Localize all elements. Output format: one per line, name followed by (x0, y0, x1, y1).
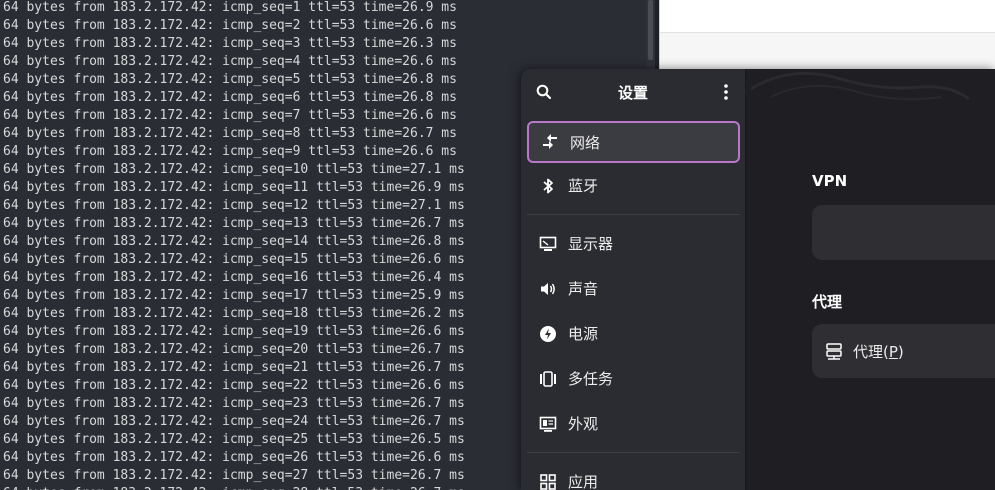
settings-window[interactable]: 设置 网络 蓝牙 显示器 声音 电源 多任务 外观 应用 VPN 代理 代理(P… (521, 69, 995, 490)
terminal-output: 64 bytes from 183.2.172.42: icmp_seq=1 t… (3, 0, 465, 490)
display-icon (539, 235, 557, 253)
speaker-icon (539, 280, 557, 298)
settings-sidebar: 设置 网络 蓝牙 显示器 声音 电源 多任务 外观 应用 (521, 69, 746, 490)
sidebar-separator (527, 214, 740, 215)
terminal-line: 64 bytes from 183.2.172.42: icmp_seq=28 … (3, 485, 465, 490)
sidebar-item-sound[interactable]: 声音 (521, 266, 746, 311)
background-window[interactable] (659, 0, 995, 70)
terminal-line: 64 bytes from 183.2.172.42: icmp_seq=1 t… (3, 0, 457, 15)
vpn-section-title: VPN (812, 172, 848, 190)
sidebar-item-apps[interactable]: 应用 (521, 459, 746, 490)
sidebar-item-label: 多任务 (568, 370, 614, 388)
terminal-scrollbar-thumb[interactable] (648, 0, 653, 60)
terminal-line: 64 bytes from 183.2.172.42: icmp_seq=22 … (3, 378, 465, 393)
sidebar-header: 设置 (521, 69, 745, 115)
sidebar-item-multitasking[interactable]: 多任务 (521, 356, 746, 401)
main-menu-icon[interactable] (721, 83, 731, 101)
sidebar-item-power[interactable]: 电源 (521, 311, 746, 356)
terminal-line: 64 bytes from 183.2.172.42: icmp_seq=17 … (3, 288, 465, 303)
settings-content: VPN 代理 代理(P) (747, 69, 995, 490)
terminal-line: 64 bytes from 183.2.172.42: icmp_seq=9 t… (3, 144, 457, 159)
terminal-line: 64 bytes from 183.2.172.42: icmp_seq=7 t… (3, 108, 457, 123)
appearance-icon (539, 415, 557, 433)
terminal-line: 64 bytes from 183.2.172.42: icmp_seq=26 … (3, 450, 465, 465)
terminal-line: 64 bytes from 183.2.172.42: icmp_seq=8 t… (3, 126, 457, 141)
sidebar-list: 网络 蓝牙 显示器 声音 电源 多任务 外观 应用 (521, 121, 746, 490)
proxy-server-icon (825, 342, 843, 360)
terminal-line: 64 bytes from 183.2.172.42: icmp_seq=15 … (3, 252, 465, 267)
power-icon (539, 325, 557, 343)
sidebar-item-label: 网络 (570, 133, 601, 152)
terminal-line: 64 bytes from 183.2.172.42: icmp_seq=27 … (3, 468, 465, 483)
terminal-line: 64 bytes from 183.2.172.42: icmp_seq=16 … (3, 270, 465, 285)
sidebar-item-label: 显示器 (568, 235, 614, 253)
sidebar-item-display[interactable]: 显示器 (521, 221, 746, 266)
terminal-line: 64 bytes from 183.2.172.42: icmp_seq=5 t… (3, 72, 457, 87)
sidebar-item-bluetooth[interactable]: 蓝牙 (521, 163, 746, 208)
terminal-line: 64 bytes from 183.2.172.42: icmp_seq=19 … (3, 324, 465, 339)
terminal-line: 64 bytes from 183.2.172.42: icmp_seq=10 … (3, 162, 465, 177)
terminal-line: 64 bytes from 183.2.172.42: icmp_seq=24 … (3, 414, 465, 429)
proxy-card: 代理(P) (812, 324, 995, 378)
vpn-card[interactable] (812, 205, 995, 260)
terminal-line: 64 bytes from 183.2.172.42: icmp_seq=14 … (3, 234, 465, 249)
sidebar-item-label: 应用 (568, 473, 599, 490)
terminal-line: 64 bytes from 183.2.172.42: icmp_seq=11 … (3, 180, 465, 195)
network-icon (541, 133, 559, 151)
proxy-row-label: 代理(P) (853, 342, 904, 361)
terminal-line: 64 bytes from 183.2.172.42: icmp_seq=13 … (3, 216, 465, 231)
terminal-line: 64 bytes from 183.2.172.42: icmp_seq=23 … (3, 396, 465, 411)
sidebar-separator (527, 452, 740, 453)
sidebar-item-network[interactable]: 网络 (527, 121, 740, 163)
proxy-section-title: 代理 (812, 293, 843, 311)
terminal-line: 64 bytes from 183.2.172.42: icmp_seq=18 … (3, 306, 465, 321)
sidebar-item-appearance[interactable]: 外观 (521, 401, 746, 446)
sidebar-item-label: 蓝牙 (568, 177, 599, 195)
multitasking-icon (539, 370, 557, 388)
terminal-line: 64 bytes from 183.2.172.42: icmp_seq=12 … (3, 198, 465, 213)
terminal-line: 64 bytes from 183.2.172.42: icmp_seq=4 t… (3, 54, 457, 69)
terminal-line: 64 bytes from 183.2.172.42: icmp_seq=6 t… (3, 90, 457, 105)
terminal-line: 64 bytes from 183.2.172.42: icmp_seq=3 t… (3, 36, 457, 51)
terminal-line: 64 bytes from 183.2.172.42: icmp_seq=25 … (3, 432, 465, 447)
apps-icon (539, 473, 557, 490)
terminal-line: 64 bytes from 183.2.172.42: icmp_seq=20 … (3, 342, 465, 357)
sidebar-item-label: 外观 (568, 415, 599, 433)
sidebar-item-label: 声音 (568, 280, 599, 298)
settings-title: 设置 (617, 84, 648, 102)
sidebar-item-label: 电源 (568, 325, 599, 343)
terminal-line: 64 bytes from 183.2.172.42: icmp_seq=21 … (3, 360, 465, 375)
proxy-row[interactable]: 代理(P) (812, 324, 995, 378)
bluetooth-icon (539, 177, 557, 195)
terminal-line: 64 bytes from 183.2.172.42: icmp_seq=2 t… (3, 18, 457, 33)
background-window-header (660, 0, 995, 33)
dragon-watermark-icon (751, 71, 970, 101)
